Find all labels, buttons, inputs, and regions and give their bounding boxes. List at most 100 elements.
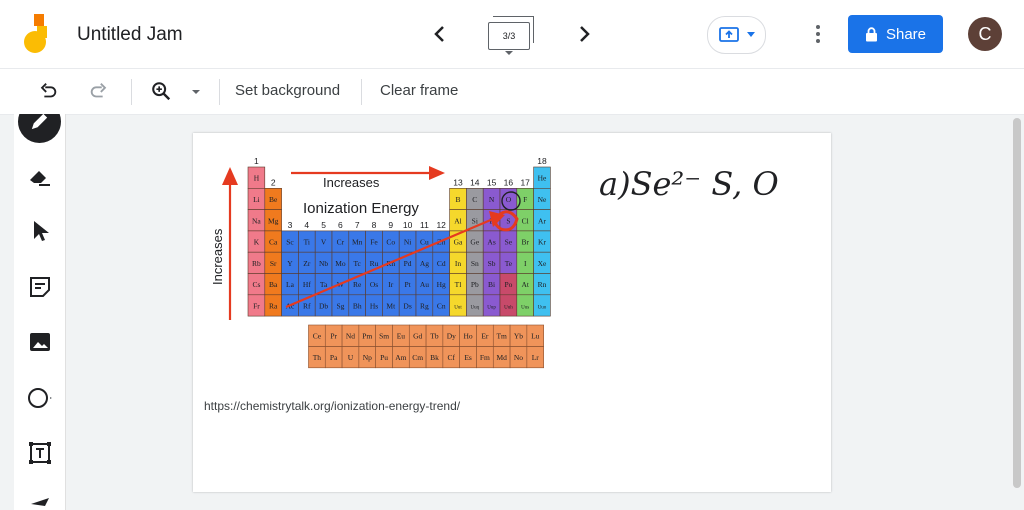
redo-icon[interactable] [88,80,110,102]
zoom-icon[interactable] [150,80,172,102]
more-options-icon[interactable] [806,22,830,46]
actinide-symbol: Lr [532,353,540,362]
cast-button[interactable] [707,16,766,54]
element-symbol: Ar [538,216,546,225]
frame-indicator[interactable]: 3/3 [488,16,538,56]
element-symbol: Cd [437,259,446,268]
toolbar-divider [219,79,220,105]
set-background-button[interactable]: Set background [235,82,340,99]
group-number: 18 [537,156,547,166]
element-symbol: At [521,280,529,289]
element-symbol: Ta [320,280,328,289]
actinide-symbol: Es [464,353,472,362]
element-symbol: Pt [404,280,411,289]
element-symbol: Zr [303,259,311,268]
element-symbol: Mn [352,238,363,247]
element-symbol: Cs [252,280,260,289]
group-number: 11 [420,220,429,230]
element-symbol: N [489,195,495,204]
element-symbol: Bh [353,301,362,310]
group-number: 9 [388,220,393,230]
lanthanide-symbol: Tb [430,332,439,341]
arrow-head-icon [222,167,238,185]
previous-frame-icon[interactable] [428,22,452,46]
share-label: Share [885,25,927,43]
element-symbol: Po [504,280,512,289]
lanthanide-symbol: Yb [514,332,523,341]
group-number: 1 [254,156,259,166]
element-symbol: Br [521,238,529,247]
lanthanide-symbol: Lu [531,332,540,341]
lanthanide-symbol: Gd [413,332,422,341]
element-symbol: F [523,195,527,204]
element-symbol: K [254,238,260,247]
clear-frame-button[interactable]: Clear frame [380,82,458,99]
element-symbol: Au [420,280,429,289]
zoom-dropdown-icon[interactable] [192,90,200,94]
element-symbol: Ca [269,238,278,247]
element-symbol: Uuo [538,305,547,310]
lanthanide-symbol: Pm [362,332,372,341]
element-symbol: Ds [403,301,411,310]
element-symbol: Ir [388,280,393,289]
element-symbol: Rb [252,259,261,268]
actinide-symbol: Np [363,353,372,362]
jam-frame-canvas[interactable]: 1 2 3 4 5 6 7 8 9 10 11 12 13 14 15 16 17 18 H He Li Be B C N O F N… [193,133,831,492]
element-symbol: Os [370,280,378,289]
next-frame-icon[interactable] [572,22,596,46]
actinide-symbol: Cf [448,353,456,362]
element-symbol: Uus [521,305,529,310]
group-number: 8 [372,220,377,230]
element-symbol: As [487,238,495,247]
element-symbol: Pb [471,280,479,289]
element-symbol: V [321,238,327,247]
laser-icon[interactable] [27,494,53,510]
lanthanide-symbol: Pr [330,332,337,341]
element-symbol: Fe [370,238,378,247]
group-number: 15 [487,177,497,187]
text-box-icon[interactable] [27,440,53,466]
element-symbol: H [254,174,260,183]
element-symbol: Bi [488,280,495,289]
select-icon[interactable] [27,218,53,244]
pen-tool-button[interactable] [18,114,61,143]
element-symbol: B [455,195,460,204]
element-symbol: Rn [538,280,547,289]
eraser-icon[interactable] [27,164,53,190]
increases-label: Increases [323,175,380,190]
jamboard-logo-icon[interactable] [24,14,54,54]
element-symbol: Xe [538,259,547,268]
group-number: 13 [453,177,463,187]
side-increases-label: Increases [210,228,225,285]
lanthanide-symbol: Er [481,332,489,341]
group-number: 4 [304,220,309,230]
avatar[interactable]: C [968,17,1002,51]
lock-icon [865,26,877,41]
lanthanide-symbol: Sm [379,332,389,341]
element-symbol: Hg [437,280,446,289]
ionization-energy-label: Ionization Energy [303,200,419,217]
element-symbol: Ru [370,259,379,268]
element-symbol: Fr [253,301,260,310]
frame-count: 3/3 [488,22,530,50]
present-icon [719,27,739,42]
element-symbol: Rf [303,301,311,310]
top-bar: Untitled Jam 3/3 Share C [0,0,1024,68]
group-number: 12 [436,220,446,230]
group-number: 14 [470,177,480,187]
vertical-scrollbar[interactable] [1013,118,1021,488]
document-title[interactable]: Untitled Jam [77,24,183,46]
actinide-symbol: Fm [480,353,490,362]
sticky-note-icon[interactable] [27,274,53,300]
share-button[interactable]: Share [848,15,943,53]
element-symbol: Sb [488,259,496,268]
circle-icon[interactable] [27,385,53,411]
source-url[interactable]: https://chemistrytalk.org/ionization-ene… [204,399,460,413]
element-symbol: Mg [268,216,279,225]
undo-icon[interactable] [37,80,59,102]
element-symbol: Ne [538,195,547,204]
actinide-symbol: Cm [412,353,423,362]
image-icon[interactable] [27,329,53,355]
element-symbol: Ti [304,238,310,247]
chevron-down-icon [505,51,513,55]
